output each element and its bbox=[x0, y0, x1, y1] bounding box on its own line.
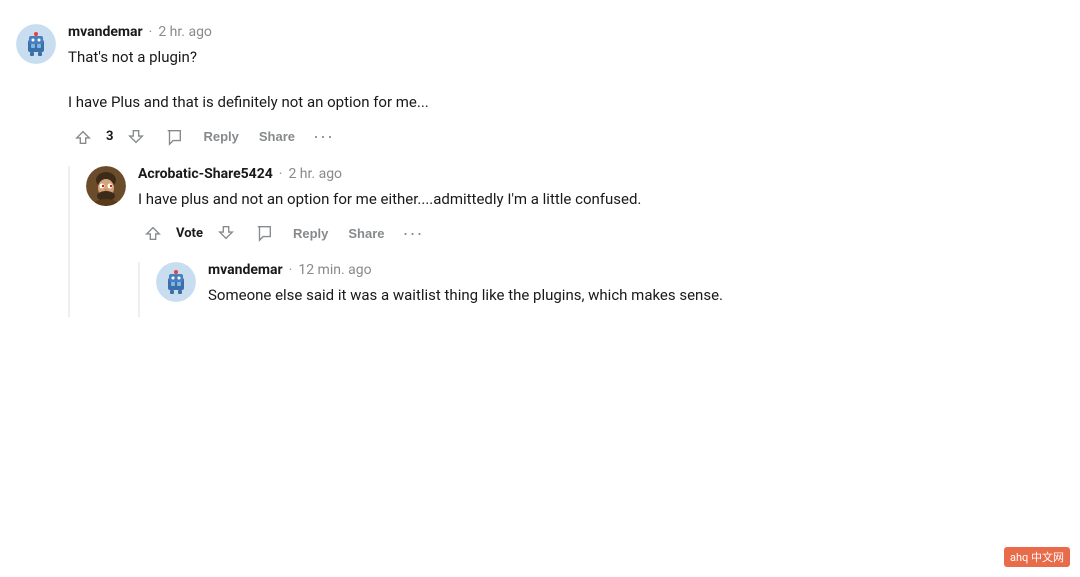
comment-2-reply-btn[interactable]: Reply bbox=[287, 222, 334, 245]
avatar-robot-icon-2 bbox=[156, 262, 196, 302]
comment-2-downvote[interactable] bbox=[211, 220, 241, 246]
comment-2-share-btn[interactable]: Share bbox=[342, 222, 390, 245]
watermark: ahq 中文网 bbox=[1004, 547, 1070, 567]
comment-2-vote-label: Vote bbox=[176, 226, 203, 241]
comment-1-comment-icon[interactable] bbox=[159, 124, 189, 150]
comment-2-author: Acrobatic-Share5424 bbox=[138, 166, 273, 182]
comment-3-text: Someone else said it was a waitlist thin… bbox=[208, 284, 1064, 307]
comment-1-line-1: That's not a plugin? bbox=[68, 46, 1064, 69]
comment-1: mvandemar · 2 hr. ago That's not a plugi… bbox=[16, 24, 1064, 150]
comment-3-time: 12 min. ago bbox=[298, 262, 371, 278]
comment-3-body: mvandemar · 12 min. ago Someone else sai… bbox=[208, 262, 1064, 317]
comment-1-line-2: I have Plus and that is definitely not a… bbox=[68, 91, 1064, 114]
comment-3-meta: mvandemar · 12 min. ago bbox=[208, 262, 1064, 278]
comment-3: mvandemar · 12 min. ago Someone else sai… bbox=[156, 262, 1064, 317]
avatar-mvandemar-1 bbox=[16, 24, 56, 64]
comment-3-dot: · bbox=[289, 262, 293, 278]
comment-1-downvote[interactable] bbox=[121, 124, 151, 150]
comment-2-more-btn[interactable]: ··· bbox=[399, 221, 428, 246]
comment-2-comment-icon[interactable] bbox=[249, 220, 279, 246]
comment-2-text: I have plus and not an option for me eit… bbox=[138, 188, 1064, 211]
comment-2-upvote[interactable] bbox=[138, 220, 168, 246]
comment-2-time: 2 hr. ago bbox=[288, 166, 342, 182]
comment-icon bbox=[165, 128, 183, 146]
comment-1-meta: mvandemar · 2 hr. ago bbox=[68, 24, 1064, 40]
comment-icon-2 bbox=[255, 224, 273, 242]
comment-2: Acrobatic-Share5424 · 2 hr. ago I have p… bbox=[86, 166, 1064, 247]
comment-1-upvote[interactable] bbox=[68, 124, 98, 150]
comment-2-body: Acrobatic-Share5424 · 2 hr. ago I have p… bbox=[138, 166, 1064, 247]
comment-2-meta: Acrobatic-Share5424 · 2 hr. ago bbox=[138, 166, 1064, 182]
comment-1-time: 2 hr. ago bbox=[158, 24, 212, 40]
comment-1-actions: 3 Reply Share ··· bbox=[68, 124, 1064, 150]
nested-thread-2: mvandemar · 12 min. ago Someone else sai… bbox=[138, 262, 1064, 317]
avatar-robot-icon bbox=[16, 24, 56, 64]
comment-1-author: mvandemar bbox=[68, 24, 143, 40]
avatar-person-icon bbox=[86, 166, 126, 206]
comment-thread: mvandemar · 2 hr. ago That's not a plugi… bbox=[0, 16, 1080, 341]
comment-1-more-btn[interactable]: ··· bbox=[309, 124, 338, 149]
comment-1-dot: · bbox=[149, 24, 153, 40]
comment-1-body: mvandemar · 2 hr. ago That's not a plugi… bbox=[68, 24, 1064, 150]
downvote-icon-2 bbox=[217, 224, 235, 242]
comment-1-vote-count: 3 bbox=[106, 129, 113, 144]
upvote-icon-2 bbox=[144, 224, 162, 242]
downvote-icon bbox=[127, 128, 145, 146]
avatar-acrobatic bbox=[86, 166, 126, 206]
comment-1-reply-btn[interactable]: Reply bbox=[197, 125, 244, 148]
upvote-icon bbox=[74, 128, 92, 146]
comment-2-actions: Vote Reply Share ··· bbox=[138, 220, 1064, 246]
avatar-mvandemar-2 bbox=[156, 262, 196, 302]
comment-3-author: mvandemar bbox=[208, 262, 283, 278]
comment-2-dot: · bbox=[279, 166, 283, 182]
comment-1-text: That's not a plugin? I have Plus and tha… bbox=[68, 46, 1064, 114]
nested-thread-1: Acrobatic-Share5424 · 2 hr. ago I have p… bbox=[68, 166, 1064, 317]
comment-1-share-btn[interactable]: Share bbox=[253, 125, 301, 148]
